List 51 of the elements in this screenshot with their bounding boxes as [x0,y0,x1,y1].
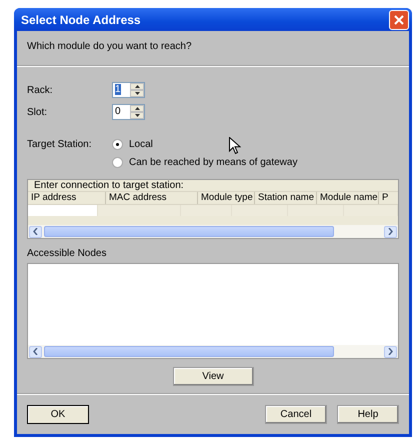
prompt-text: Which module do you want to reach? [27,41,192,52]
section-label: Accessible Nodes [27,248,108,259]
spin-down-button[interactable] [130,112,144,119]
up-arrow-icon [134,85,140,88]
scroll-left-button[interactable] [29,346,42,358]
dialog-button[interactable]: Help [337,404,399,424]
field-label: Target Station: [27,138,92,150]
scroll-right-icon [388,348,393,355]
column-header[interactable]: P [379,192,398,204]
table-cell[interactable] [98,205,181,216]
scroll-left-icon [33,228,38,235]
scroll-thumb[interactable] [44,226,334,237]
table-cell[interactable] [28,205,98,216]
column-header[interactable]: Module name [317,192,379,204]
radio-option[interactable]: Can be reached by means of gateway [112,156,298,168]
scroll-thumb[interactable] [44,346,334,357]
table-caption: Enter connection to target station: [34,180,184,191]
spin-field[interactable]: 0 [112,104,145,120]
nodes-list[interactable] [27,263,399,359]
scroll-left-icon [33,348,38,355]
mouse-cursor-icon [229,137,241,155]
dialog-button[interactable]: Cancel [265,404,327,424]
spin-down-button[interactable] [130,90,144,97]
down-arrow-icon [134,114,140,117]
column-header[interactable]: IP address [28,192,106,204]
scroll-left-button[interactable] [29,226,42,238]
column-header[interactable]: Station name [255,192,317,204]
close-button[interactable] [389,10,409,30]
up-arrow-icon [134,107,140,110]
view-button[interactable]: View [172,367,254,386]
spin-up-button[interactable] [130,105,144,112]
field-label: Rack: [27,84,54,96]
radio-option[interactable]: Local [112,138,153,150]
column-header[interactable]: Module type [198,192,255,204]
scroll-right-button[interactable] [384,226,397,238]
table-cell[interactable] [344,205,398,216]
scroll-right-icon [388,228,393,235]
field-label: Slot: [27,106,48,118]
scroll-right-button[interactable] [384,346,397,358]
table-cell[interactable] [180,205,232,216]
close-icon [394,14,404,24]
window-title: Select Node Address [21,12,141,26]
spin-up-button[interactable] [130,83,144,90]
horizontal-scrollbar[interactable] [28,345,398,358]
table-cell[interactable] [232,205,288,216]
dialog-button[interactable]: OK [27,404,89,424]
down-arrow-icon [134,92,140,95]
table-cell[interactable] [288,205,344,216]
column-header[interactable]: MAC address [106,192,198,204]
spin-field[interactable]: 1 [112,82,145,98]
horizontal-scrollbar[interactable] [28,225,398,238]
